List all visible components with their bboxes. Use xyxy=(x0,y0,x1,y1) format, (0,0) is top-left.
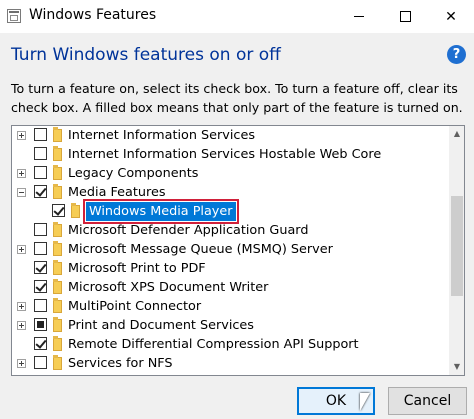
feature-checkbox[interactable] xyxy=(34,242,47,255)
feature-checkbox[interactable] xyxy=(34,185,47,198)
feature-row[interactable]: Legacy Components xyxy=(12,164,449,183)
folder-icon xyxy=(53,260,62,275)
folder-icon xyxy=(53,317,62,332)
feature-label[interactable]: Internet Information Services xyxy=(68,126,255,145)
expand-icon[interactable] xyxy=(17,359,26,368)
title-bar: Windows Features ✕ xyxy=(0,0,474,33)
expand-icon[interactable] xyxy=(17,131,26,140)
feature-row[interactable]: Internet Information Services xyxy=(12,126,449,145)
feature-checkbox[interactable] xyxy=(34,337,47,350)
feature-label[interactable]: Internet Information Services Hostable W… xyxy=(68,145,381,164)
minimize-icon xyxy=(354,16,364,17)
feature-label[interactable]: Media Features xyxy=(68,183,166,202)
feature-checkbox[interactable] xyxy=(34,299,47,312)
page-title: Turn Windows features on or off xyxy=(11,45,281,65)
feature-row[interactable]: MultiPoint Connector xyxy=(12,297,449,316)
feature-label[interactable]: Legacy Components xyxy=(68,164,198,183)
folder-icon xyxy=(53,241,62,256)
feature-label[interactable]: Services for NFS xyxy=(68,354,173,373)
folder-icon xyxy=(53,298,62,313)
feature-row[interactable]: Remote Differential Compression API Supp… xyxy=(12,335,449,354)
feature-row[interactable]: Print and Document Services xyxy=(12,316,449,335)
folder-icon xyxy=(53,336,62,351)
feature-checkbox[interactable] xyxy=(34,280,47,293)
feature-checkbox[interactable] xyxy=(34,318,47,331)
feature-label[interactable]: Microsoft Message Queue (MSMQ) Server xyxy=(68,240,333,259)
close-button[interactable]: ✕ xyxy=(428,0,474,33)
folder-icon xyxy=(71,203,80,218)
help-icon[interactable]: ? xyxy=(447,45,466,64)
folder-icon xyxy=(53,184,62,199)
feature-row[interactable]: Windows Media Player xyxy=(12,199,449,224)
cancel-button[interactable]: Cancel xyxy=(388,387,467,415)
feature-label[interactable]: Microsoft Defender Application Guard xyxy=(68,221,308,240)
description-text: To turn a feature on, select its check b… xyxy=(11,81,463,115)
folder-icon xyxy=(53,355,62,370)
scroll-up-icon[interactable]: ▲ xyxy=(449,126,464,142)
collapse-icon[interactable] xyxy=(17,188,26,197)
feature-checkbox[interactable] xyxy=(34,128,47,141)
maximize-button[interactable] xyxy=(382,0,428,33)
feature-label[interactable]: MultiPoint Connector xyxy=(68,297,201,316)
maximize-icon xyxy=(399,11,411,22)
window-title: Windows Features xyxy=(29,7,157,23)
features-tree[interactable]: Internet Information Services Internet In… xyxy=(11,125,465,376)
feature-checkbox[interactable] xyxy=(34,261,47,274)
folder-icon xyxy=(53,222,62,237)
feature-checkbox[interactable] xyxy=(34,223,47,236)
feature-row[interactable]: Media Features xyxy=(12,183,449,202)
mouse-pointer-icon xyxy=(360,393,370,411)
feature-row[interactable]: Microsoft Message Queue (MSMQ) Server xyxy=(12,240,449,259)
feature-row[interactable]: Services for NFS xyxy=(12,354,449,373)
feature-checkbox[interactable] xyxy=(34,147,47,160)
scroll-thumb[interactable] xyxy=(451,196,463,296)
feature-checkbox[interactable] xyxy=(34,356,47,369)
feature-label[interactable]: Microsoft Print to PDF xyxy=(68,259,206,278)
folder-icon xyxy=(53,127,62,142)
feature-label[interactable]: Print and Document Services xyxy=(68,316,254,335)
expand-icon[interactable] xyxy=(17,321,26,330)
scroll-down-icon[interactable]: ▼ xyxy=(449,359,464,375)
folder-icon xyxy=(53,165,62,180)
minimize-button[interactable] xyxy=(336,0,382,33)
expand-icon[interactable] xyxy=(17,245,26,254)
feature-row[interactable]: Microsoft Print to PDF xyxy=(12,259,449,278)
expand-icon[interactable] xyxy=(17,302,26,311)
expand-icon[interactable] xyxy=(17,169,26,178)
feature-label[interactable]: Remote Differential Compression API Supp… xyxy=(68,335,359,354)
feature-row[interactable]: Internet Information Services Hostable W… xyxy=(12,145,449,164)
feature-row[interactable]: Microsoft XPS Document Writer xyxy=(12,278,449,297)
feature-row[interactable]: Microsoft Defender Application Guard xyxy=(12,221,449,240)
feature-label[interactable]: Windows Media Player xyxy=(83,199,239,224)
feature-checkbox[interactable] xyxy=(34,166,47,179)
feature-checkbox[interactable] xyxy=(52,204,65,217)
close-icon: ✕ xyxy=(445,8,457,25)
folder-icon xyxy=(53,279,62,294)
feature-label[interactable]: Microsoft XPS Document Writer xyxy=(68,278,268,297)
vertical-scrollbar[interactable]: ▲ ▼ xyxy=(449,126,464,375)
folder-icon xyxy=(53,146,62,161)
app-icon xyxy=(7,9,21,23)
